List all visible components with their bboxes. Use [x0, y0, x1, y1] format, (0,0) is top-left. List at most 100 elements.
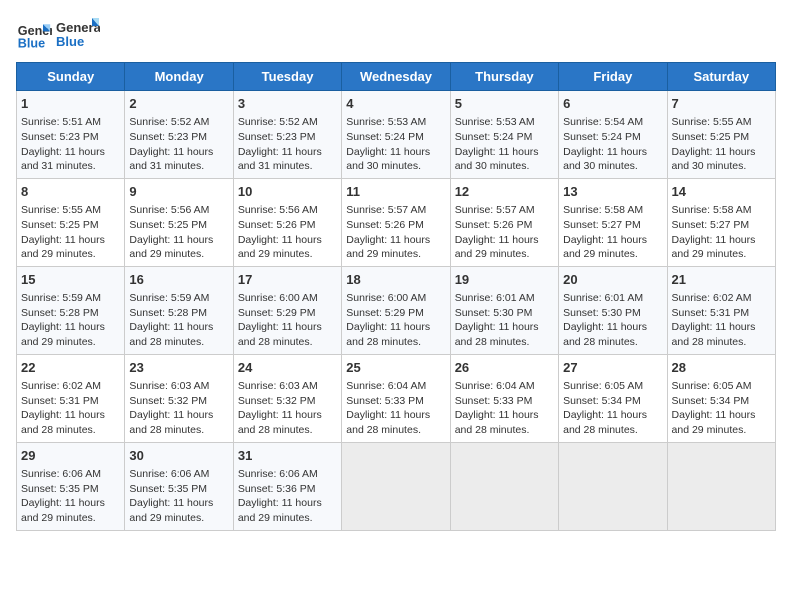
sunset-text: Sunset: 5:27 PM [672, 218, 771, 233]
col-monday: Monday [125, 63, 233, 91]
day-number: 15 [21, 271, 120, 289]
day-number: 16 [129, 271, 228, 289]
daylight-text: Daylight: 11 hours and 29 minutes. [455, 233, 554, 262]
daylight-text: Daylight: 11 hours and 28 minutes. [563, 408, 662, 437]
day-number: 25 [346, 359, 445, 377]
day-number: 19 [455, 271, 554, 289]
daylight-text: Daylight: 11 hours and 29 minutes. [346, 233, 445, 262]
calendar-cell [667, 442, 775, 530]
calendar-cell: 24 Sunrise: 6:03 AMSunset: 5:32 PMDayligh… [233, 354, 341, 442]
page-header: General Blue General Blue [16, 16, 776, 54]
sunset-text: Sunset: 5:23 PM [21, 130, 120, 145]
day-number: 26 [455, 359, 554, 377]
logo-icon: General Blue [16, 17, 52, 53]
daylight-text: Daylight: 11 hours and 29 minutes. [21, 233, 120, 262]
sunrise-text: Sunrise: 5:52 AM [129, 115, 228, 130]
svg-text:Blue: Blue [56, 34, 84, 49]
sunrise-text: Sunrise: 5:54 AM [563, 115, 662, 130]
daylight-text: Daylight: 11 hours and 30 minutes. [563, 145, 662, 174]
sunset-text: Sunset: 5:35 PM [21, 482, 120, 497]
calendar-cell: 8Sunrise: 5:55 AMSunset: 5:25 PMDaylight… [17, 178, 125, 266]
calendar-cell: 27Sunrise: 6:05 AMSunset: 5:34 PMDayligh… [559, 354, 667, 442]
calendar-cell: 31 Sunrise: 6:06 AMSunset: 5:36 PMDayligh… [233, 442, 341, 530]
daylight-text: Daylight: 11 hours and 29 minutes. [129, 233, 228, 262]
sunrise-text: Sunrise: 5:59 AM [21, 291, 120, 306]
daylight-text: Daylight: 11 hours and 28 minutes. [238, 408, 337, 437]
col-wednesday: Wednesday [342, 63, 450, 91]
calendar-week-row: 15 Sunrise: 5:59 AM Sunset: 5:28 PM Dayligh… [17, 266, 776, 354]
day-number: 30 [129, 447, 228, 465]
day-number: 21 [672, 271, 771, 289]
col-thursday: Thursday [450, 63, 558, 91]
daylight-text: Daylight: 11 hours and 28 minutes. [21, 408, 120, 437]
day-number: 2 [129, 95, 228, 113]
sunrise-text: Sunrise: 6:02 AM [672, 291, 771, 306]
calendar-cell: 3Sunrise: 5:52 AMSunset: 5:23 PMDaylight… [233, 91, 341, 179]
day-number: 29 [21, 447, 120, 465]
calendar-header-row: Sunday Monday Tuesday Wednesday Thursday… [17, 63, 776, 91]
sunrise-text: Sunrise: 6:01 AM [563, 291, 662, 306]
calendar-cell: 25Sunrise: 6:04 AMSunset: 5:33 PMDayligh… [342, 354, 450, 442]
calendar-week-row: 29Sunrise: 6:06 AMSunset: 5:35 PMDayligh… [17, 442, 776, 530]
daylight-text: Daylight: 11 hours and 28 minutes. [346, 408, 445, 437]
day-number: 6 [563, 95, 662, 113]
calendar-cell: 22Sunrise: 6:02 AMSunset: 5:31 PMDayligh… [17, 354, 125, 442]
general-blue-logo-svg: General Blue [56, 16, 100, 54]
sunset-text: Sunset: 5:23 PM [238, 130, 337, 145]
calendar-cell: 18 Sunrise: 6:00 AMSunset: 5:29 PMDayligh… [342, 266, 450, 354]
day-number: 18 [346, 271, 445, 289]
sunrise-text: Sunrise: 6:03 AM [238, 379, 337, 394]
calendar-cell: 10Sunrise: 5:56 AMSunset: 5:26 PMDayligh… [233, 178, 341, 266]
day-number: 9 [129, 183, 228, 201]
sunset-text: Sunset: 5:29 PM [346, 306, 445, 321]
sunrise-text: Sunrise: 5:58 AM [563, 203, 662, 218]
sunrise-text: Sunrise: 5:55 AM [672, 115, 771, 130]
logo: General Blue General Blue [16, 16, 100, 54]
day-number: 10 [238, 183, 337, 201]
sunset-text: Sunset: 5:30 PM [563, 306, 662, 321]
calendar-cell: 9Sunrise: 5:56 AMSunset: 5:25 PMDaylight… [125, 178, 233, 266]
day-number: 31 [238, 447, 337, 465]
sunset-text: Sunset: 5:36 PM [238, 482, 337, 497]
day-number: 27 [563, 359, 662, 377]
daylight-text: Daylight: 11 hours and 28 minutes. [346, 320, 445, 349]
sunset-text: Sunset: 5:28 PM [129, 306, 228, 321]
day-number: 7 [672, 95, 771, 113]
calendar-cell: 4Sunrise: 5:53 AMSunset: 5:24 PMDaylight… [342, 91, 450, 179]
calendar-cell: 26Sunrise: 6:04 AMSunset: 5:33 PMDayligh… [450, 354, 558, 442]
daylight-text: Daylight: 11 hours and 28 minutes. [238, 320, 337, 349]
day-number: 4 [346, 95, 445, 113]
daylight-text: Daylight: 11 hours and 28 minutes. [129, 408, 228, 437]
calendar-cell [559, 442, 667, 530]
sunset-text: Sunset: 5:25 PM [129, 218, 228, 233]
day-number: 17 [238, 271, 337, 289]
calendar-cell: 16Sunrise: 5:59 AMSunset: 5:28 PMDayligh… [125, 266, 233, 354]
sunset-text: Sunset: 5:32 PM [238, 394, 337, 409]
sunset-text: Sunset: 5:25 PM [21, 218, 120, 233]
sunset-text: Sunset: 5:26 PM [238, 218, 337, 233]
sunset-text: Sunset: 5:24 PM [455, 130, 554, 145]
sunrise-text: Sunrise: 6:06 AM [21, 467, 120, 482]
daylight-text: Daylight: 11 hours and 29 minutes. [129, 496, 228, 525]
sunrise-text: Sunrise: 5:57 AM [346, 203, 445, 218]
calendar-cell: 29Sunrise: 6:06 AMSunset: 5:35 PMDayligh… [17, 442, 125, 530]
calendar-cell: 28Sunrise: 6:05 AMSunset: 5:34 PMDayligh… [667, 354, 775, 442]
col-friday: Friday [559, 63, 667, 91]
calendar-cell [342, 442, 450, 530]
sunrise-text: Sunrise: 5:53 AM [455, 115, 554, 130]
day-number: 24 [238, 359, 337, 377]
sunrise-text: Sunrise: 6:06 AM [129, 467, 228, 482]
calendar-cell: 5Sunrise: 5:53 AMSunset: 5:24 PMDaylight… [450, 91, 558, 179]
daylight-text: Daylight: 11 hours and 28 minutes. [563, 320, 662, 349]
calendar-week-row: 22Sunrise: 6:02 AMSunset: 5:31 PMDayligh… [17, 354, 776, 442]
sunrise-text: Sunrise: 6:05 AM [672, 379, 771, 394]
day-number: 22 [21, 359, 120, 377]
sunset-text: Sunset: 5:30 PM [455, 306, 554, 321]
daylight-text: Daylight: 11 hours and 29 minutes. [21, 320, 120, 349]
sunrise-text: Sunrise: 6:05 AM [563, 379, 662, 394]
sunrise-text: Sunrise: 6:00 AM [346, 291, 445, 306]
daylight-text: Daylight: 11 hours and 29 minutes. [238, 496, 337, 525]
day-number: 11 [346, 183, 445, 201]
sunrise-text: Sunrise: 6:06 AM [238, 467, 337, 482]
calendar-cell: 12Sunrise: 5:57 AMSunset: 5:26 PMDayligh… [450, 178, 558, 266]
